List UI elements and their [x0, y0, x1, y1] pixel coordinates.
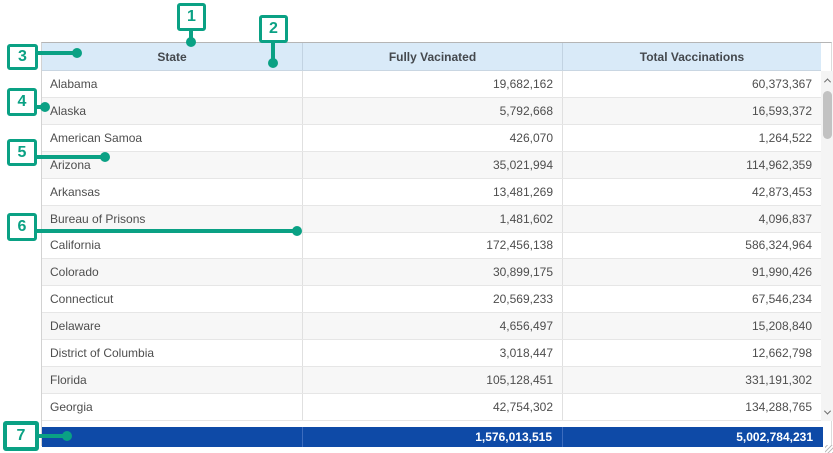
cell-total-vaccinations: 91,990,426	[563, 259, 821, 285]
cell-fully-vaccinated: 1,481,602	[303, 206, 563, 232]
cell-fully-vaccinated: 105,128,451	[303, 367, 563, 393]
column-header-fully-vaccinated[interactable]: Fully Vacinated	[303, 43, 563, 70]
cell-total-vaccinations: 4,096,837	[563, 206, 821, 232]
table-row[interactable]: Alabama 19,682,162 60,373,367	[42, 71, 821, 98]
cell-fully-vaccinated: 4,656,497	[303, 313, 563, 339]
cell-state: Colorado	[42, 259, 303, 285]
cell-fully-vaccinated: 30,899,175	[303, 259, 563, 285]
table-row[interactable]: Alaska 5,792,668 16,593,372	[42, 98, 821, 125]
cell-state: Alaska	[42, 98, 303, 124]
cell-state: Bureau of Prisons	[42, 206, 303, 232]
cell-state: Connecticut	[42, 286, 303, 312]
cell-state: Florida	[42, 367, 303, 393]
cell-fully-vaccinated: 172,456,138	[303, 233, 563, 259]
cell-total-vaccinations: 16,593,372	[563, 98, 821, 124]
callout-2: 2	[259, 15, 288, 43]
summary-row: 1,576,013,515 5,002,784,231	[42, 427, 823, 447]
cell-total-vaccinations: 60,373,367	[563, 71, 821, 97]
chevron-up-icon	[823, 78, 830, 85]
scrollbar-thumb[interactable]	[823, 91, 832, 139]
chevron-down-icon	[823, 407, 830, 414]
callout-1: 1	[177, 3, 206, 31]
callout-6: 6	[7, 213, 37, 241]
cell-fully-vaccinated: 35,021,994	[303, 152, 563, 178]
callout-6-dot	[292, 226, 302, 236]
table-row[interactable]: Delaware 4,656,497 15,208,840	[42, 313, 821, 340]
cell-total-vaccinations: 67,546,234	[563, 286, 821, 312]
cell-total-vaccinations: 12,662,798	[563, 340, 821, 366]
table-row[interactable]: Colorado 30,899,175 91,990,426	[42, 259, 821, 286]
summary-cell-fully-vaccinated: 1,576,013,515	[303, 427, 563, 447]
table-row[interactable]: District of Columbia 3,018,447 12,662,79…	[42, 340, 821, 367]
cell-fully-vaccinated: 3,018,447	[303, 340, 563, 366]
cell-fully-vaccinated: 20,569,233	[303, 286, 563, 312]
cell-total-vaccinations: 114,962,359	[563, 152, 821, 178]
cell-total-vaccinations: 331,191,302	[563, 367, 821, 393]
callout-6-line	[36, 229, 294, 233]
callout-2-dot	[268, 58, 278, 68]
scroll-up-button[interactable]	[821, 73, 833, 87]
cell-total-vaccinations: 42,873,453	[563, 179, 821, 205]
callout-7-dot	[62, 431, 72, 441]
table-row[interactable]: Arizona 35,021,994 114,962,359	[42, 152, 821, 179]
callout-5-line	[36, 155, 102, 159]
table-row[interactable]: Connecticut 20,569,233 67,546,234	[42, 286, 821, 313]
cell-state: Alabama	[42, 71, 303, 97]
column-header-total-vaccinations[interactable]: Total Vaccinations	[563, 43, 821, 70]
vaccination-table: State Fully Vacinated Total Vaccinations…	[41, 42, 832, 446]
table-header-row: State Fully Vacinated Total Vaccinations	[42, 43, 821, 71]
callout-3: 3	[7, 44, 38, 70]
cell-state: American Samoa	[42, 125, 303, 151]
summary-cell-state	[42, 427, 303, 447]
cell-total-vaccinations: 134,288,765	[563, 394, 821, 420]
summary-cell-total-vaccinations: 5,002,784,231	[563, 427, 823, 447]
table-row[interactable]: Florida 105,128,451 331,191,302	[42, 367, 821, 394]
callout-5: 5	[7, 139, 37, 166]
table-row[interactable]: Georgia 42,754,302 134,288,765	[42, 394, 821, 421]
cell-fully-vaccinated: 426,070	[303, 125, 563, 151]
cell-state: Arkansas	[42, 179, 303, 205]
resize-grip-icon	[825, 445, 833, 453]
vertical-scrollbar[interactable]	[821, 71, 833, 421]
column-header-state[interactable]: State	[42, 43, 303, 70]
callout-3-line	[37, 51, 75, 55]
table-body: Alabama 19,682,162 60,373,367 Alaska 5,7…	[42, 71, 821, 421]
cell-fully-vaccinated: 19,682,162	[303, 71, 563, 97]
callout-4: 4	[7, 88, 37, 116]
cell-state: California	[42, 233, 303, 259]
callout-4-dot	[40, 102, 50, 112]
cell-state: Delaware	[42, 313, 303, 339]
callout-1-dot	[186, 37, 196, 47]
cell-state: Georgia	[42, 394, 303, 420]
cell-total-vaccinations: 586,324,964	[563, 233, 821, 259]
table-row[interactable]: Arkansas 13,481,269 42,873,453	[42, 179, 821, 206]
cell-total-vaccinations: 1,264,522	[563, 125, 821, 151]
cell-fully-vaccinated: 5,792,668	[303, 98, 563, 124]
cell-state: District of Columbia	[42, 340, 303, 366]
cell-fully-vaccinated: 13,481,269	[303, 179, 563, 205]
callout-3-dot	[72, 48, 82, 58]
scroll-down-button[interactable]	[821, 405, 833, 419]
screenshot-stage: State Fully Vacinated Total Vaccinations…	[0, 0, 833, 453]
table-row[interactable]: American Samoa 426,070 1,264,522	[42, 125, 821, 152]
cell-fully-vaccinated: 42,754,302	[303, 394, 563, 420]
table-row[interactable]: California 172,456,138 586,324,964	[42, 233, 821, 260]
callout-5-dot	[100, 152, 110, 162]
cell-total-vaccinations: 15,208,840	[563, 313, 821, 339]
callout-7: 7	[3, 421, 39, 451]
